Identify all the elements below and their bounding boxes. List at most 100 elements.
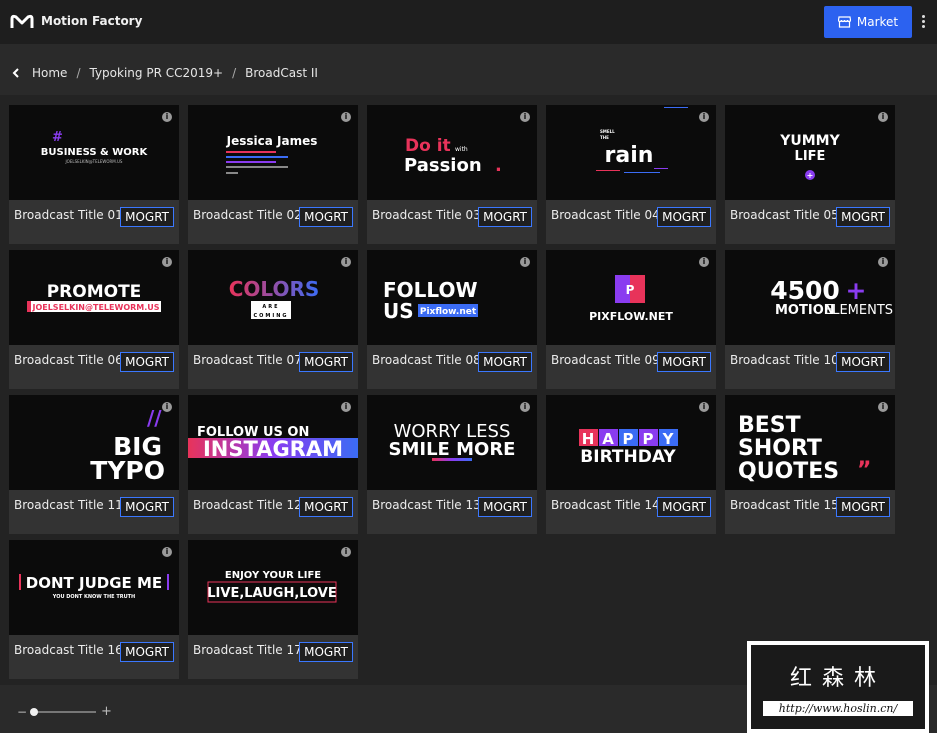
template-preview[interactable]: FOLLOW US ON INSTAGRAM xyxy=(188,395,358,490)
preview-text: Jessica James xyxy=(226,134,318,148)
mogrt-button[interactable]: MOGRT xyxy=(657,207,711,227)
info-icon[interactable]: i xyxy=(878,402,888,412)
zoom-slider[interactable]: − + xyxy=(15,704,115,719)
template-card[interactable]: # BUSINESS & WORK JOELSELKIN@TELEWORM.US i B… xyxy=(9,105,179,244)
breadcrumb-typoking[interactable]: Typoking PR CC2019+ xyxy=(89,66,223,80)
template-title: Broadcast Title 11 xyxy=(14,498,123,512)
template-card[interactable]: COLORS ARE COMING i Broadcast Title 07 MOGRT xyxy=(188,250,358,389)
template-preview[interactable]: FOLLOW US Pixflow.net xyxy=(367,250,537,345)
mogrt-button[interactable]: MOGRT xyxy=(120,642,174,662)
store-icon xyxy=(837,16,851,28)
breadcrumb-home[interactable]: Home xyxy=(32,66,67,80)
top-bar: Motion Factory Market xyxy=(0,0,937,44)
market-button[interactable]: Market xyxy=(824,6,912,38)
template-preview-graphic: DONT JUDGE ME YOU DONT KNOW THE TRUTH xyxy=(19,574,169,600)
info-icon[interactable]: i xyxy=(162,112,172,122)
template-preview[interactable]: BEST SHORT QUOTES ” xyxy=(725,395,895,490)
template-preview[interactable]: P PIXFLOW.NET xyxy=(546,250,716,345)
template-card[interactable]: WORRY LESS SMILE MORE i Broadcast Title 13 M… xyxy=(367,395,537,534)
mogrt-button[interactable]: MOGRT xyxy=(120,497,174,517)
template-card[interactable]: 4500 + MOTION ELEMENTS i Broadcast Title 10 MO… xyxy=(725,250,895,389)
zoom-track[interactable] xyxy=(32,711,96,713)
template-preview-graphic: ENJOY YOUR LIFE LIVE,LAUGH,LOVE xyxy=(207,570,337,603)
info-icon[interactable]: i xyxy=(341,402,351,412)
template-grid-area: # BUSINESS & WORK JOELSELKIN@TELEWORM.US i B… xyxy=(0,95,937,685)
template-preview[interactable]: SMELL THE rain xyxy=(546,105,716,200)
template-card[interactable]: PROMOTE JOELSELKIN@TELEWORM.US i Broadcast … xyxy=(9,250,179,389)
info-icon[interactable]: i xyxy=(162,257,172,267)
template-preview[interactable]: ENJOY YOUR LIFE LIVE,LAUGH,LOVE xyxy=(188,540,358,635)
mogrt-button[interactable]: MOGRT xyxy=(120,352,174,372)
preview-text: BEST xyxy=(738,413,801,438)
info-icon[interactable]: i xyxy=(520,257,530,267)
preview-text: H xyxy=(582,430,595,448)
template-preview[interactable]: DONT JUDGE ME YOU DONT KNOW THE TRUTH xyxy=(9,540,179,635)
template-preview[interactable]: Do it with Passion. xyxy=(367,105,537,200)
motion-factory-logo-icon xyxy=(10,14,34,28)
info-icon[interactable]: i xyxy=(341,257,351,267)
info-icon[interactable]: i xyxy=(699,112,709,122)
zoom-out-icon[interactable]: − xyxy=(17,705,27,719)
template-preview[interactable]: WORRY LESS SMILE MORE xyxy=(367,395,537,490)
mogrt-button[interactable]: MOGRT xyxy=(299,497,353,517)
template-preview[interactable]: 4500 + MOTION ELEMENTS xyxy=(725,250,895,345)
template-card[interactable]: FOLLOW US Pixflow.net i Broadcast Title 08 MO… xyxy=(367,250,537,389)
template-preview[interactable]: //BIG TYPO xyxy=(9,395,179,490)
template-card[interactable]: ENJOY YOUR LIFE LIVE,LAUGH,LOVE i Broadcast… xyxy=(188,540,358,679)
mogrt-button[interactable]: MOGRT xyxy=(299,352,353,372)
info-icon[interactable]: i xyxy=(520,402,530,412)
info-icon[interactable]: i xyxy=(341,547,351,557)
chevron-left-icon[interactable] xyxy=(12,68,20,78)
info-icon[interactable]: i xyxy=(162,547,172,557)
mogrt-button[interactable]: MOGRT xyxy=(478,352,532,372)
preview-text: THE xyxy=(600,135,609,140)
mogrt-button[interactable]: MOGRT xyxy=(836,207,890,227)
template-card[interactable]: DONT JUDGE ME YOU DONT KNOW THE TRUTH i Bro… xyxy=(9,540,179,679)
info-icon[interactable]: i xyxy=(699,257,709,267)
template-card[interactable]: SMELL THE rain i Broadcast Title 04 MOGRT xyxy=(546,105,716,244)
template-preview-graphic: BESTSHORTQUOTES ” xyxy=(738,413,871,484)
template-card[interactable]: //BIG TYPO i Broadcast Title 11 MOGRT xyxy=(9,395,179,534)
mogrt-button[interactable]: MOGRT xyxy=(299,642,353,662)
template-card[interactable]: YUMMY LIFE + i Broadcast Title 05 MOGRT xyxy=(725,105,895,244)
template-preview-graphic: SMELLTHE rain xyxy=(596,107,688,173)
preview-text: with xyxy=(455,146,468,153)
template-preview[interactable]: # BUSINESS & WORK JOELSELKIN@TELEWORM.US xyxy=(9,105,179,200)
info-icon[interactable]: i xyxy=(162,402,172,412)
app-title: Motion Factory xyxy=(41,14,143,28)
mogrt-button[interactable]: MOGRT xyxy=(299,207,353,227)
info-icon[interactable]: i xyxy=(878,257,888,267)
template-preview[interactable]: PROMOTE JOELSELKIN@TELEWORM.US xyxy=(9,250,179,345)
template-preview[interactable]: H A P P Y BIRTHDAY xyxy=(546,395,716,490)
mogrt-button[interactable]: MOGRT xyxy=(478,207,532,227)
breadcrumb-separator: / xyxy=(232,66,237,80)
mogrt-button[interactable]: MOGRT xyxy=(836,352,890,372)
template-title: Broadcast Title 09 xyxy=(551,353,660,367)
template-title: Broadcast Title 03 xyxy=(372,208,481,222)
template-card[interactable]: BEST SHORT QUOTES ” i Broadcast Title 15 MOGRT xyxy=(725,395,895,534)
template-preview[interactable]: YUMMY LIFE + xyxy=(725,105,895,200)
info-icon[interactable]: i xyxy=(699,402,709,412)
mogrt-button[interactable]: MOGRT xyxy=(836,497,890,517)
template-card[interactable]: Jessica James i Broadcast Title 02 MOGRT xyxy=(188,105,358,244)
template-preview[interactable]: Jessica James xyxy=(188,105,358,200)
more-options-icon[interactable] xyxy=(918,13,928,31)
template-title: Broadcast Title 13 xyxy=(372,498,481,512)
info-icon[interactable]: i xyxy=(878,112,888,122)
mogrt-button[interactable]: MOGRT xyxy=(657,352,711,372)
template-preview[interactable]: COLORS ARE COMING xyxy=(188,250,358,345)
preview-text: ENJOY YOUR LIFE xyxy=(225,570,321,581)
mogrt-button[interactable]: MOGRT xyxy=(657,497,711,517)
mogrt-button[interactable]: MOGRT xyxy=(478,497,532,517)
info-icon[interactable]: i xyxy=(341,112,351,122)
template-card[interactable]: H A P P Y BIRTHDAY i Broadcast Title 14 MOGRT xyxy=(546,395,716,534)
zoom-in-icon[interactable]: + xyxy=(101,704,112,719)
template-title: Broadcast Title 15 xyxy=(730,498,839,512)
zoom-handle[interactable] xyxy=(30,708,38,716)
template-card[interactable]: P PIXFLOW.NET i Broadcast Title 09 MOGRT xyxy=(546,250,716,389)
template-card[interactable]: Do it with Passion. i Broadcast Title 03 MOGR… xyxy=(367,105,537,244)
mogrt-button[interactable]: MOGRT xyxy=(120,207,174,227)
info-icon[interactable]: i xyxy=(520,112,530,122)
template-card[interactable]: FOLLOW US ON INSTAGRAM i Broadcast Title 12… xyxy=(188,395,358,534)
preview-shape xyxy=(664,107,688,108)
